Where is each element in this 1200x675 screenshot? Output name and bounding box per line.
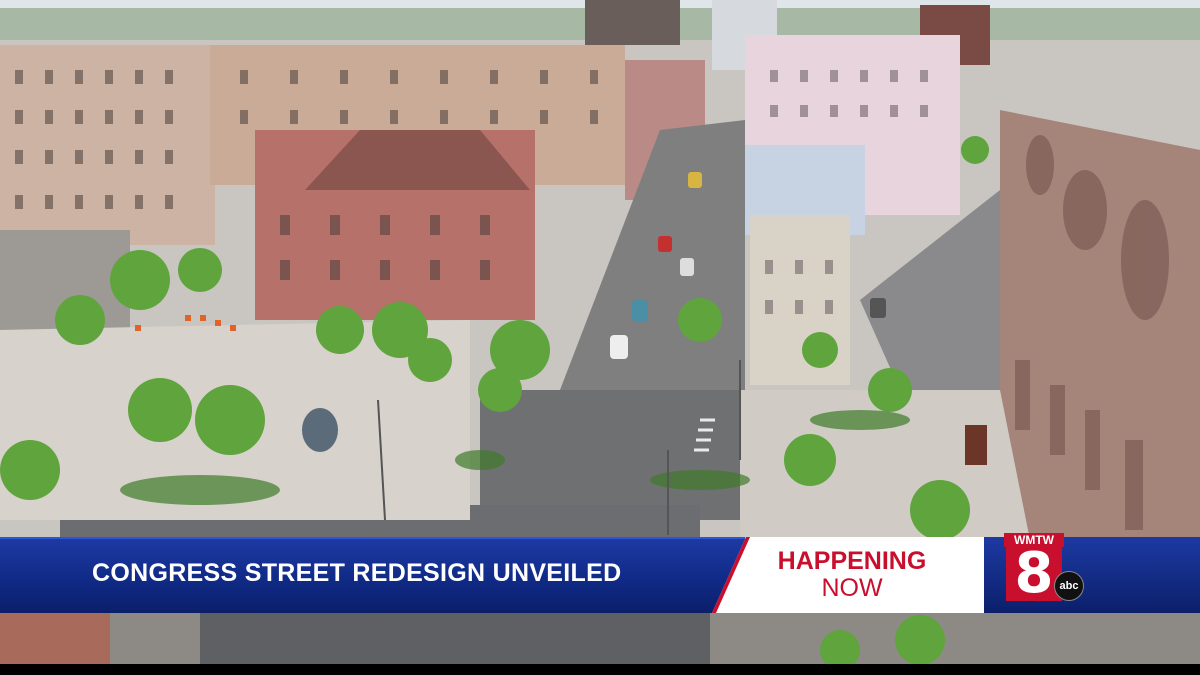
- letterbox-bar: [0, 664, 1200, 675]
- headline-bar: CONGRESS STREET REDESIGN UNVEILED: [0, 537, 745, 613]
- wmtw-logo: WMTW 8 abc: [1004, 533, 1084, 607]
- status-happening: HAPPENING: [777, 547, 927, 575]
- news-lower-third: CONGRESS STREET REDESIGN UNVEILED HAPPEN…: [0, 533, 1200, 613]
- abc-network-icon: abc: [1054, 571, 1084, 601]
- channel-number: 8: [1006, 545, 1062, 603]
- headline-text: CONGRESS STREET REDESIGN UNVEILED: [92, 559, 622, 587]
- status-now: NOW: [821, 574, 883, 602]
- sculpture: [302, 408, 338, 452]
